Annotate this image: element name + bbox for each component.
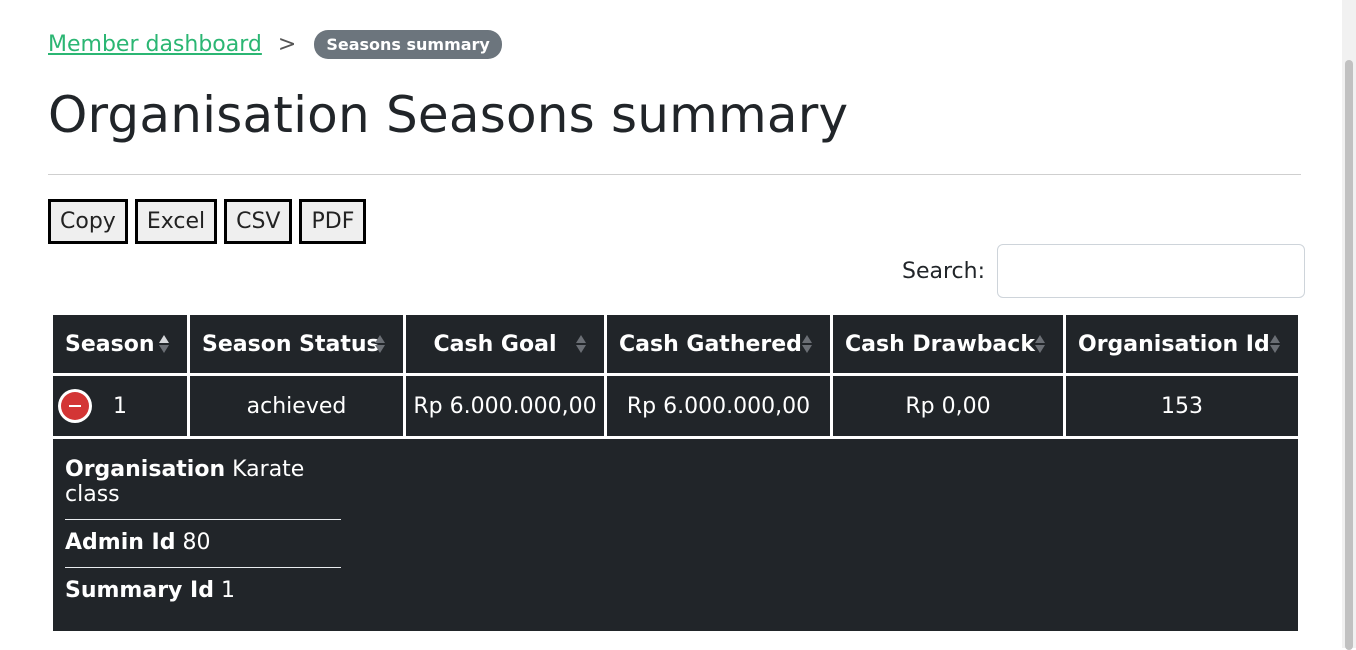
detail-admin-id: Admin Id 80 <box>65 520 341 568</box>
breadcrumb: Member dashboard > Seasons summary <box>48 30 502 59</box>
excel-button[interactable]: Excel <box>134 199 218 244</box>
chevron-right-icon: > <box>277 32 297 57</box>
season-value: 1 <box>113 393 127 419</box>
column-header-cash-drawback[interactable]: Cash Drawback <box>830 312 1066 376</box>
row-details-cell: Organisation Karate class Admin Id 80 Summ… <box>50 436 1301 634</box>
cell-cash-goal: Rp 6.000.000,00 <box>403 373 607 439</box>
column-header-organisation-id[interactable]: Organisation Id <box>1063 312 1301 376</box>
cell-cash-gathered: Rp 6.000.000,00 <box>604 373 833 439</box>
column-header-label: Cash Gathered <box>619 331 802 357</box>
detail-value: 80 <box>182 530 211 555</box>
cell-season: 1 <box>50 373 190 439</box>
minus-circle-icon[interactable] <box>61 392 89 420</box>
vertical-scrollbar[interactable] <box>1342 0 1356 650</box>
detail-summary-id: Summary Id 1 <box>65 568 341 615</box>
column-header-label: Season Status <box>202 331 380 357</box>
cell-organisation-id: 153 <box>1063 373 1301 439</box>
table-row: 1 achieved Rp 6.000.000,00 Rp 6.000.000,… <box>50 373 1301 439</box>
column-header-season-status[interactable]: Season Status <box>187 312 406 376</box>
seasons-table: Season Season Status Cash Goal Cash Gath… <box>50 312 1301 634</box>
breadcrumb-current-badge: Seasons summary <box>314 30 502 59</box>
sort-icon <box>1035 335 1045 353</box>
cell-season-status: achieved <box>187 373 406 439</box>
column-header-season[interactable]: Season <box>50 312 190 376</box>
page-title: Organisation Seasons summary <box>48 86 849 144</box>
title-divider <box>48 174 1301 175</box>
column-header-cash-goal[interactable]: Cash Goal <box>403 312 607 376</box>
sort-icon <box>375 335 385 353</box>
table-child-row: Organisation Karate class Admin Id 80 Summ… <box>50 436 1301 634</box>
csv-button[interactable]: CSV <box>224 199 293 244</box>
column-header-label: Cash Goal <box>433 331 557 357</box>
search-label: Search: <box>902 258 985 284</box>
column-header-cash-gathered[interactable]: Cash Gathered <box>604 312 833 376</box>
cell-cash-drawback: Rp 0,00 <box>830 373 1066 439</box>
seasons-table-container: Season Season Status Cash Goal Cash Gath… <box>50 312 1301 634</box>
detail-organisation: Organisation Karate class <box>65 447 341 520</box>
pdf-button[interactable]: PDF <box>299 199 367 244</box>
detail-label: Organisation <box>65 457 226 482</box>
sort-ascending-icon <box>159 335 169 353</box>
sort-icon <box>576 335 586 353</box>
detail-label: Admin Id <box>65 530 176 555</box>
detail-label: Summary Id <box>65 578 214 603</box>
search-input[interactable] <box>997 244 1305 298</box>
breadcrumb-link-member-dashboard[interactable]: Member dashboard <box>48 32 262 57</box>
sort-icon <box>1270 335 1280 353</box>
table-header-row: Season Season Status Cash Goal Cash Gath… <box>50 312 1301 376</box>
column-header-label: Cash Drawback <box>845 331 1035 357</box>
scrollbar-thumb[interactable] <box>1345 60 1353 650</box>
sort-icon <box>802 335 812 353</box>
column-header-label: Season <box>65 331 155 357</box>
detail-value: 1 <box>220 578 235 603</box>
export-buttons: Copy Excel CSV PDF <box>48 199 367 244</box>
search-container: Search: <box>902 244 1305 298</box>
row-details-list: Organisation Karate class Admin Id 80 Summ… <box>65 447 341 615</box>
column-header-label: Organisation Id <box>1078 331 1270 357</box>
copy-button[interactable]: Copy <box>48 199 128 244</box>
